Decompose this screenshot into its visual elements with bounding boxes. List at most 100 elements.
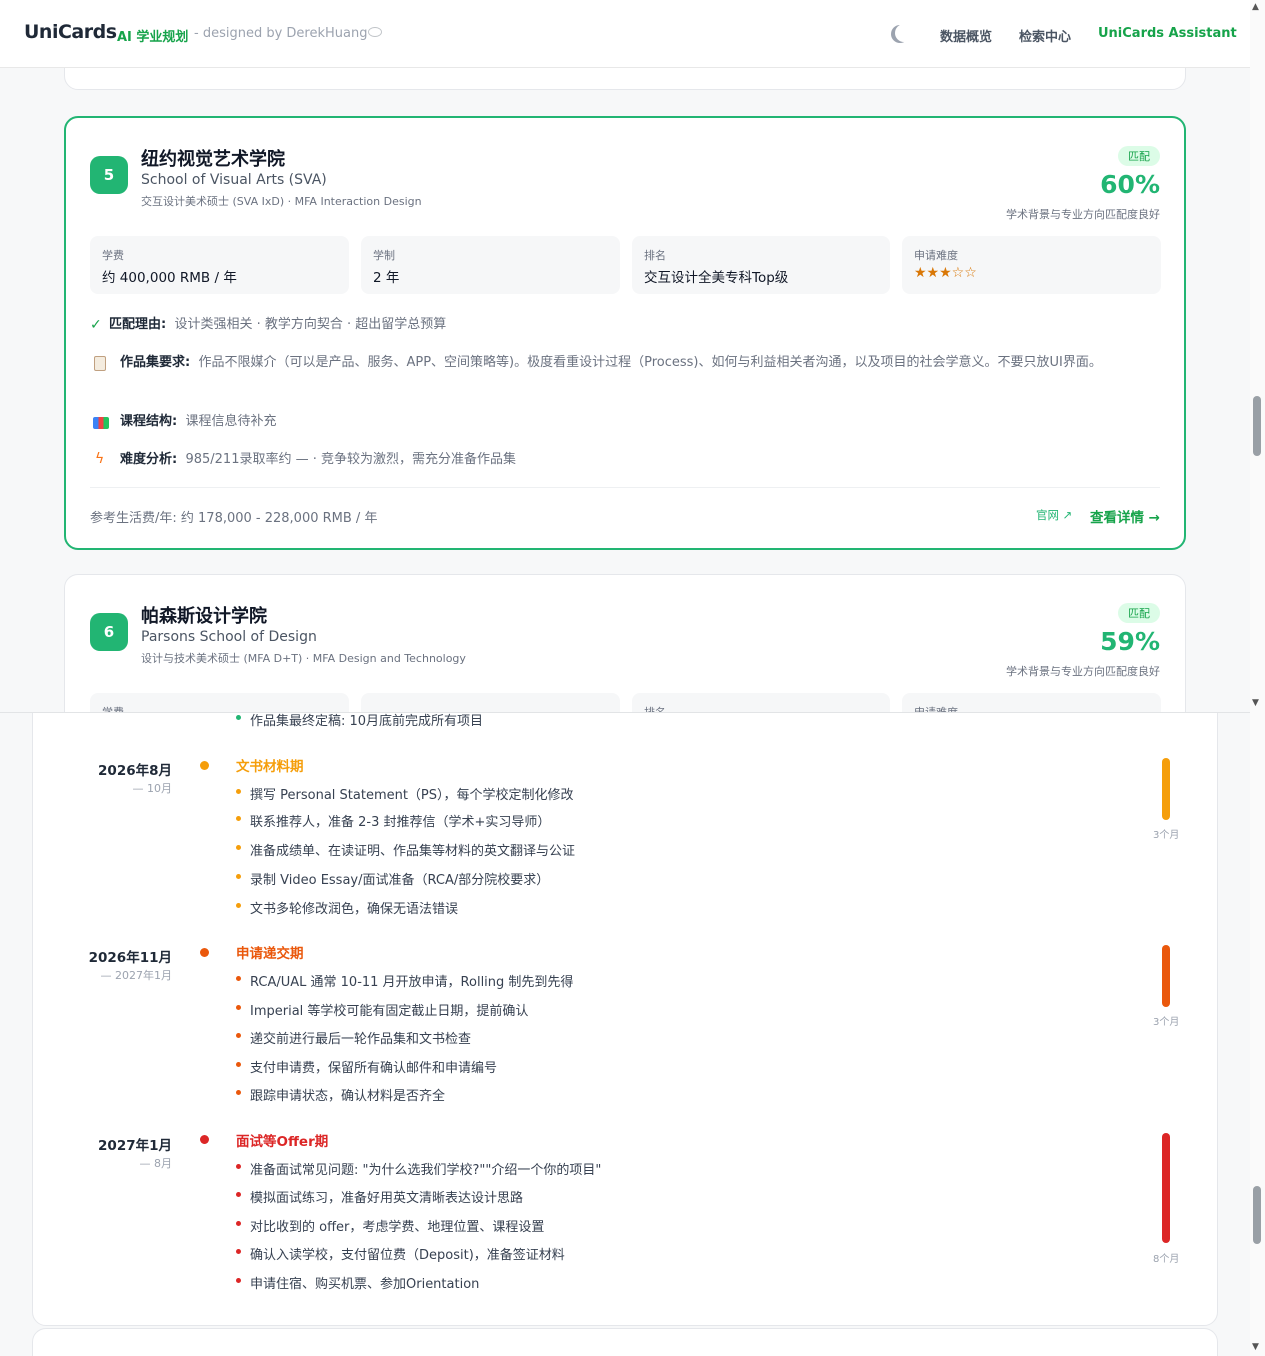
clipboard-icon [94,356,106,371]
rank-badge: 5 [90,156,128,194]
reason-label: 匹配理由: [109,317,167,332]
timeline-item: 模拟面试练习，准备好用英文清晰表达设计思路 [235,1187,523,1206]
course-label: 课程结构: [120,414,178,429]
info-value: 约 400,000 RMB / 年 [102,270,237,286]
timeline-item: 联系推荐人，准备 2-3 封推荐信（学术+实习导师） [235,811,550,830]
timeline-item: 申请住宿、购买机票、参加Orientation [235,1273,479,1292]
school-card[interactable]: 6 帕森斯设计学院 Parsons School of Design 设计与技术… [64,574,1186,712]
nav-unicards-assistant[interactable]: UniCards Assistant [1098,26,1237,41]
info-label: 申请难度 [914,704,1149,712]
info-value: 2 年 [373,270,400,286]
timeline-item: 对比收到的 offer，考虑学费、地理位置、课程设置 [235,1216,544,1235]
check-icon: ✓ [90,317,102,333]
phase-title: 申请递交期 [236,946,304,962]
match-badge: 匹配 [1118,146,1160,166]
difficulty-label: 难度分析: [120,452,178,467]
match-reason: 匹配理由: 设计类强相关 · 教学方向契合 · 超出留学总预算 [109,313,446,336]
course-structure: 课程结构: 课程信息待补充 [120,410,276,433]
timeline-item: 作品集最终定稿: 10月底前完成所有项目 [235,713,483,729]
scroll-down-icon[interactable]: ▼ [1252,1342,1259,1352]
next-card [32,1328,1218,1356]
reason-text: 设计类强相关 · 教学方向契合 · 超出留学总预算 [174,317,447,332]
timeline-item: 撰写 Personal Statement（PS），每个学校定制化修改 [236,784,574,803]
previous-card [64,68,1186,90]
phase-date: 2027年1月 [98,1138,172,1154]
duration-label: 8个月 [1153,1254,1180,1265]
info-value: 交互设计全美专科Top级 [644,270,789,286]
school-card-selected[interactable]: 5 纽约视觉艺术学院 School of Visual Arts (SVA) 交… [64,116,1186,550]
timeline-item: 录制 Video Essay/面试准备（RCA/部分院校要求） [235,869,549,888]
top-navbar: UniCards AI 学业规划 - designed by DerekHuan… [0,0,1250,68]
portfolio-label: 作品集要求: [120,355,191,370]
official-site-link[interactable]: 官网 ↗ [1036,507,1072,523]
phase-dot [200,761,209,770]
lightning-icon: ϟ [95,451,105,467]
timeline-card [32,713,1218,1326]
match-badge: 匹配 [1118,603,1160,623]
dark-mode-moon-icon[interactable] [895,24,913,42]
living-cost: 参考生活费/年: 约 178,000 - 228,000 RMB / 年 [90,511,378,526]
scrollbar-thumb-top[interactable] [1253,396,1261,456]
card-divider [90,487,1160,488]
scroll-down-icon[interactable]: ▼ [1252,698,1259,708]
timeline-item: 准备成绩单、在读证明、作品集等材料的英文翻译与公证 [235,840,575,859]
school-name-cn: 帕森斯设计学院 [141,606,267,627]
phase-date: 2026年8月 [98,763,172,779]
course-text: 课程信息待补充 [185,414,277,429]
timeline-item: Imperial 等学校可能有固定截止日期，提前确认 [235,1000,528,1019]
duration-bar [1162,1133,1170,1243]
books-icon [93,417,109,429]
match-percent: 60% [1100,170,1160,199]
scroll-up-icon[interactable]: ▲ [1252,2,1259,12]
school-name-cn: 纽约视觉艺术学院 [141,149,285,170]
nav-data-overview[interactable]: 数据概览 [940,26,992,45]
school-name-en: School of Visual Arts (SVA) [141,172,327,188]
match-percent: 59% [1100,627,1160,656]
results-pane: 5 纽约视觉艺术学院 School of Visual Arts (SVA) 交… [0,68,1250,712]
phase-dot [200,948,209,957]
official-site-label: 官网 [1036,508,1059,522]
portfolio-text: 作品不限媒介（可以是产品、服务、APP、空间策略等)。极度看重设计过程（Proc… [198,355,1102,370]
view-details-link[interactable]: 查看详情 → [1090,506,1160,526]
phase-date-end: — 8月 [139,1157,173,1170]
timeline-item: 文书多轮修改润色，确保无语法错误 [235,898,458,917]
info-tuition: 学费 [90,693,349,712]
timeline-item: 准备面试常见问题: "为什么选我们学校?""介绍一个你的项目" [235,1159,601,1178]
scrollbar-bottom[interactable] [1250,712,1265,1356]
phase-date-end: — 2027年1月 [100,969,173,982]
nav-search-center[interactable]: 检索中心 [1019,26,1071,45]
author-byline: - designed by DerekHuang [194,26,368,41]
scrollbar-thumb-bottom[interactable] [1253,1186,1261,1244]
duration-label: 3个月 [1153,1017,1180,1028]
app-tagline: AI 学业规划 [117,30,189,45]
scrollbar-top[interactable] [1250,0,1265,712]
info-label: 排名 [644,249,666,262]
info-ranking: 排名 [632,693,890,712]
info-duration: 学制 2 年 [361,236,620,294]
portfolio-requirement: 作品集要求: 作品不限媒介（可以是产品、服务、APP、空间策略等)。极度看重设计… [120,351,1150,374]
school-name-en: Parsons School of Design [141,629,317,645]
external-link-icon: ↗ [1062,508,1073,522]
info-difficulty: 申请难度 [902,693,1161,712]
app-logo[interactable]: UniCards [24,21,117,43]
match-note: 学术背景与专业方向匹配度良好 [1006,208,1160,221]
phase-date-end: — 10月 [132,782,173,795]
program-name: 设计与技术美术硕士 (MFA D+T) · MFA Design and Tec… [141,652,466,665]
timeline-item: 跟踪申请状态，确认材料是否齐全 [235,1085,445,1104]
match-note: 学术背景与专业方向匹配度良好 [1006,665,1160,678]
duration-label: 3个月 [1153,830,1180,841]
info-label: 申请难度 [914,249,958,262]
difficulty-text: 985/211录取率约 — · 竞争较为激烈，需充分准备作品集 [185,452,517,467]
timeline-item: 支付申请费，保留所有确认邮件和申请编号 [235,1057,497,1076]
phase-date: 2026年11月 [88,950,172,966]
duration-bar [1162,758,1170,820]
info-label: 学制 [373,249,395,262]
timeline-pane: 作品集最终定稿: 10月底前完成所有项目 2026年8月 — 10月 文书材料期… [0,712,1250,1356]
rank-badge: 6 [90,613,128,651]
phase-title: 文书材料期 [236,759,304,775]
eye-icon[interactable] [368,27,382,37]
timeline-item: RCA/UAL 通常 10-11 月开放申请，Rolling 制先到先得 [235,971,573,990]
phase-dot [200,1135,209,1144]
program-name: 交互设计美术硕士 (SVA IxD) · MFA Interaction Des… [141,195,422,208]
difficulty-stars: ★★★☆☆ [914,265,977,281]
